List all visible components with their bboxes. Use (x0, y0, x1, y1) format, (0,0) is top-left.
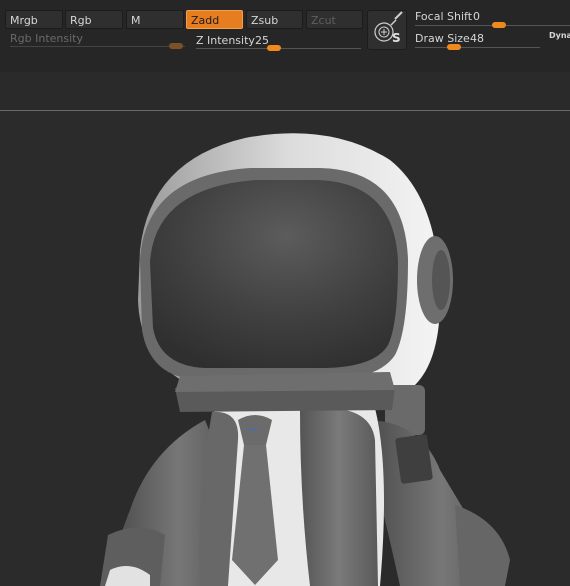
top-toolbar: Mrgb Rgb M Zadd Zsub Zcut Rgb Intensity … (0, 0, 570, 72)
rgb-intensity-slider[interactable]: Rgb Intensity (10, 32, 185, 50)
secondary-toolbar (0, 72, 570, 111)
zbrush-window: Mrgb Rgb M Zadd Zsub Zcut Rgb Intensity … (0, 0, 570, 586)
focal-shift-knob[interactable] (492, 22, 506, 28)
rgb-button[interactable]: Rgb (65, 10, 123, 29)
draw-size-value: 48 (470, 32, 484, 45)
jacket-right (300, 408, 378, 586)
focal-shift-value: 0 (473, 10, 480, 23)
draw-size-icon[interactable]: S (367, 10, 407, 50)
focal-shift-slider[interactable]: Focal Shift 0 (415, 10, 570, 28)
zcut-button[interactable]: Zcut (306, 10, 363, 29)
helmet-ear-inner (432, 250, 450, 310)
rgb-intensity-knob[interactable] (169, 43, 183, 49)
right-cuff (455, 505, 510, 586)
draw-size-track (415, 47, 540, 48)
astronaut-3d-model (100, 133, 510, 586)
z-intensity-label: Z Intensity (196, 34, 255, 47)
draw-size-slider[interactable]: Draw Size 48 (415, 32, 540, 50)
draw-icon-letter: S (392, 31, 401, 45)
canvas-viewport[interactable] (0, 111, 570, 586)
draw-size-knob[interactable] (447, 44, 461, 50)
dynamic-label[interactable]: Dyna (549, 31, 570, 40)
zadd-button[interactable]: Zadd (186, 10, 243, 29)
mrgb-button[interactable]: Mrgb (5, 10, 63, 29)
rgb-intensity-track (10, 46, 185, 47)
draw-size-label: Draw Size (415, 32, 470, 45)
z-intensity-knob[interactable] (267, 45, 281, 51)
arm-device (395, 434, 433, 484)
visor-glass (150, 180, 398, 368)
z-intensity-slider[interactable]: Z Intensity 25 (196, 34, 361, 52)
zsub-button[interactable]: Zsub (246, 10, 303, 29)
rgb-intensity-label: Rgb Intensity (10, 32, 83, 45)
m-button[interactable]: M (126, 10, 184, 29)
focal-shift-label: Focal Shift (415, 10, 473, 23)
